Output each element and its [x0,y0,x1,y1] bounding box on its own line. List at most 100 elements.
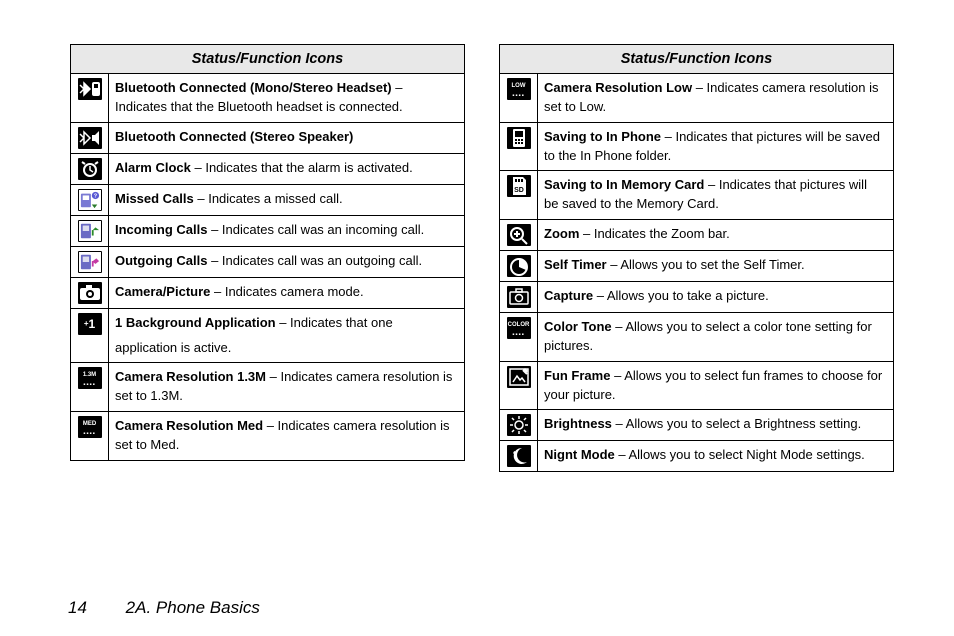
icon-cell: LOW▪▪▪▪ [500,74,538,123]
icon-term: Capture [544,288,593,303]
alarm-clock-icon [78,158,102,180]
outgoing-call-icon [78,251,102,273]
table-header: Status/Function Icons [71,45,465,74]
res-13m-icon: 1.3M▪▪▪▪ [78,367,102,389]
res-low-icon: LOW▪▪▪▪ [507,78,531,100]
save-phone-icon [507,127,531,149]
icon-cell [500,220,538,251]
description-cell: Camera Resolution 1.3M – Indicates camer… [109,363,465,412]
icon-description: – Indicates the Zoom bar. [579,226,729,241]
icon-term: Alarm Clock [115,160,191,175]
bluetooth-speaker-icon [78,127,102,149]
description-cell: Incoming Calls – Indicates call was an i… [109,215,465,246]
icon-description: – Indicates call was an outgoing call. [207,253,422,268]
table-row: Alarm Clock – Indicates that the alarm i… [71,153,465,184]
icon-term: Saving to In Phone [544,129,661,144]
description-cell: Camera/Picture – Indicates camera mode. [109,277,465,308]
icon-cell: SD [500,171,538,220]
icon-description: – Indicates call was an incoming call. [207,222,424,237]
icon-cell: COLOR▪▪▪▪ [500,313,538,362]
icon-cell: +1 [71,308,109,363]
icon-term: Camera Resolution Med [115,418,263,433]
zoom-icon [507,224,531,246]
incoming-call-icon [78,220,102,242]
table-header: Status/Function Icons [500,45,894,74]
table-row: COLOR▪▪▪▪ Color Tone – Allows you to sele… [500,313,894,362]
description-cell: Camera Resolution Low – Indicates camera… [538,74,894,123]
description-cell: Bluetooth Connected (Mono/Stereo Headset… [109,74,465,123]
icon-cell [500,361,538,410]
background-app-icon: +1 [78,313,102,335]
icon-cell [71,153,109,184]
right-column: Status/Function Icons LOW▪▪▪▪ Camera Reso… [499,44,894,472]
table-row: LOW▪▪▪▪ Camera Resolution Low – Indicates… [500,74,894,123]
description-cell: Fun Frame – Allows you to select fun fra… [538,361,894,410]
camera-icon [78,282,102,304]
description-cell: Capture – Allows you to take a picture. [538,282,894,313]
icon-cell [500,251,538,282]
brightness-icon [507,414,531,436]
page-footer: 14 2A. Phone Basics [68,598,260,618]
night-mode-icon: * [507,445,531,467]
description-cell: Zoom – Indicates the Zoom bar. [538,220,894,251]
icon-term: Nignt Mode [544,447,615,462]
icon-description: – Indicates that the alarm is activated. [191,160,413,175]
res-med-icon: MED▪▪▪▪ [78,416,102,438]
icon-term: Missed Calls [115,191,194,206]
icon-cell: MED▪▪▪▪ [71,412,109,461]
description-cell: Color Tone – Allows you to select a colo… [538,313,894,362]
bluetooth-headset-icon [78,78,102,100]
icon-term: Camera Resolution Low [544,80,692,95]
icon-term: 1 Background Application [115,315,276,330]
icon-cell [500,122,538,171]
table-row: * Nignt Mode – Allows you to select Night… [500,441,894,472]
table-row: SDSaving to In Memory Card – Indicates t… [500,171,894,220]
icon-cell [71,74,109,123]
content-columns: Status/Function Icons Bluetooth Connecte… [70,44,894,472]
icon-cell: * [500,441,538,472]
table-row: Capture – Allows you to take a picture. [500,282,894,313]
description-cell: Saving to In Phone – Indicates that pict… [538,122,894,171]
icon-cell [71,277,109,308]
icon-cell: 1.3M▪▪▪▪ [71,363,109,412]
icon-description: – Allows you to select Night Mode settin… [615,447,865,462]
icon-term: Self Timer [544,257,607,272]
icon-term: Zoom [544,226,579,241]
color-tone-icon: COLOR▪▪▪▪ [507,317,531,339]
table-row: Saving to In Phone – Indicates that pict… [500,122,894,171]
icon-description: – Allows you to select a Brightness sett… [612,416,861,431]
description-cell: 1 Background Application – Indicates tha… [109,308,465,363]
table-row: Fun Frame – Allows you to select fun fra… [500,361,894,410]
description-cell: Brightness – Allows you to select a Brig… [538,410,894,441]
description-cell: Self Timer – Allows you to set the Self … [538,251,894,282]
description-cell: Camera Resolution Med – Indicates camera… [109,412,465,461]
icon-term: Incoming Calls [115,222,207,237]
icon-cell [71,246,109,277]
table-row: +1 1 Background Application – Indicates t… [71,308,465,363]
description-cell: Bluetooth Connected (Stereo Speaker) [109,122,465,153]
icon-term: Saving to In Memory Card [544,177,704,192]
icon-term: Camera/Picture [115,284,210,299]
icon-description: – Allows you to set the Self Timer. [607,257,805,272]
table-row: Camera/Picture – Indicates camera mode. [71,277,465,308]
description-cell: Alarm Clock – Indicates that the alarm i… [109,153,465,184]
table-row: Outgoing Calls – Indicates call was an o… [71,246,465,277]
table-row: MED▪▪▪▪ Camera Resolution Med – Indicates… [71,412,465,461]
status-icons-table-left: Status/Function Icons Bluetooth Connecte… [70,44,465,461]
self-timer-icon [507,255,531,277]
icon-cell [500,410,538,441]
section-title: 2A. Phone Basics [126,598,260,617]
table-row: ?Missed Calls – Indicates a missed call. [71,184,465,215]
icon-term: Outgoing Calls [115,253,207,268]
table-row: Self Timer – Allows you to set the Self … [500,251,894,282]
icon-cell [500,282,538,313]
icon-cell [71,122,109,153]
svg-text:SD: SD [514,187,524,194]
icon-term: Color Tone [544,319,612,334]
table-row: Bluetooth Connected (Mono/Stereo Headset… [71,74,465,123]
icon-description: – Indicates camera mode. [210,284,363,299]
table-row: Bluetooth Connected (Stereo Speaker) [71,122,465,153]
icon-term: Camera Resolution 1.3M [115,369,266,384]
table-row: Brightness – Allows you to select a Brig… [500,410,894,441]
save-sd-icon: SD [507,175,531,197]
